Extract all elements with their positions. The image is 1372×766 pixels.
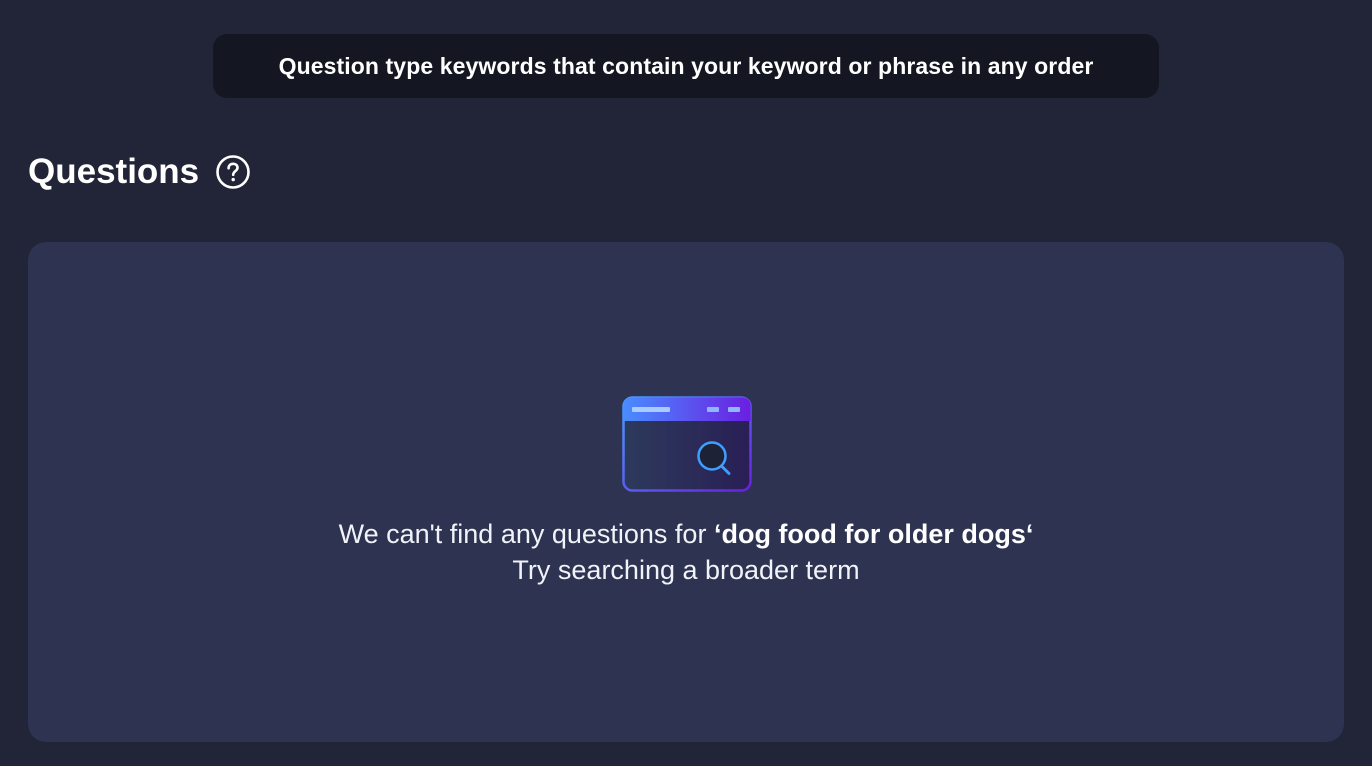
search-query: ‘dog food for older dogs‘ (713, 519, 1034, 549)
section-title: Questions (28, 152, 200, 191)
tooltip-text: Question type keywords that contain your… (278, 52, 1094, 79)
empty-state-message: We can't find any questions for ‘dog foo… (28, 516, 1344, 588)
empty-results-card: We can't find any questions for ‘dog foo… (28, 242, 1344, 742)
empty-state-hint: Try searching a broader term (512, 555, 860, 585)
browser-search-icon (622, 396, 752, 492)
tooltip: Question type keywords that contain your… (213, 34, 1159, 98)
section-header: Questions (28, 148, 251, 196)
empty-state-line: We can't find any questions for ‘dog foo… (28, 516, 1344, 552)
page: Question type keywords that contain your… (0, 0, 1372, 766)
question-circle-icon[interactable] (215, 154, 251, 190)
empty-state-prefix: We can't find any questions for (338, 519, 714, 549)
